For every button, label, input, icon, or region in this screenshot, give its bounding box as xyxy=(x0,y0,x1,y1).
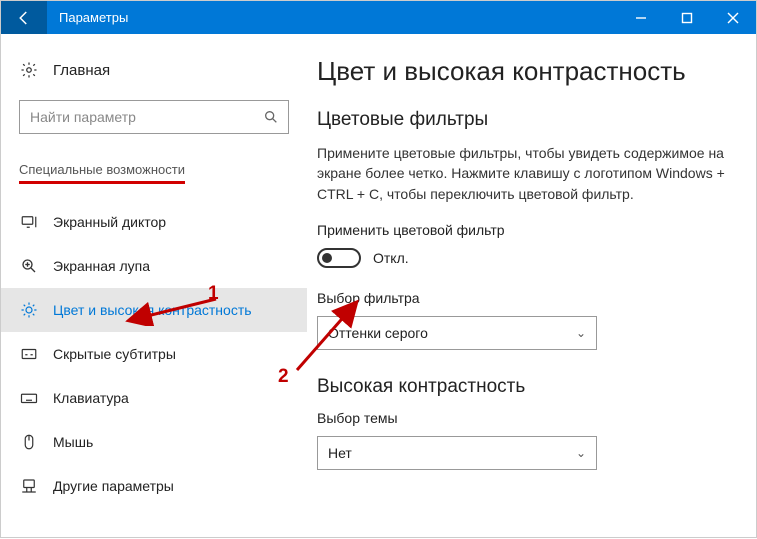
sidebar-item-label: Клавиатура xyxy=(53,390,129,406)
maximize-button[interactable] xyxy=(664,1,710,34)
section-color-filters-desc: Примените цветовые фильтры, чтобы увидет… xyxy=(317,143,730,204)
theme-select-value: Нет xyxy=(328,445,352,461)
sidebar: Главная Найти параметр Специальные возмо… xyxy=(1,34,307,539)
mouse-icon xyxy=(19,433,39,451)
sidebar-item-label: Экранная лупа xyxy=(53,258,150,274)
back-button[interactable] xyxy=(1,1,47,34)
filter-select-label: Выбор фильтра xyxy=(317,290,730,306)
narrator-icon xyxy=(19,213,39,231)
toggle-state-label: Откл. xyxy=(373,250,409,266)
sidebar-item-other[interactable]: Другие параметры xyxy=(1,464,307,508)
sidebar-category: Специальные возможности xyxy=(19,162,185,184)
sidebar-item-color-contrast[interactable]: Цвет и высокая контрастность xyxy=(1,288,307,332)
sidebar-item-label: Экранный диктор xyxy=(53,214,166,230)
sidebar-nav: Экранный диктор Экранная лупа Цвет и выс… xyxy=(1,200,307,508)
sidebar-item-captions[interactable]: Скрытые субтитры xyxy=(1,332,307,376)
sidebar-item-label: Мышь xyxy=(53,434,93,450)
sidebar-item-label: Цвет и высокая контрастность xyxy=(53,302,252,318)
sidebar-item-mouse[interactable]: Мышь xyxy=(1,420,307,464)
filter-select[interactable]: Оттенки серого ⌄ xyxy=(317,316,597,350)
section-high-contrast-title: Высокая контрастность xyxy=(317,376,730,398)
apply-filter-label: Применить цветовой фильтр xyxy=(317,222,730,238)
sidebar-item-label: Скрытые субтитры xyxy=(53,346,176,362)
titlebar: Параметры xyxy=(1,1,756,34)
window-title: Параметры xyxy=(47,10,618,25)
gear-icon xyxy=(19,61,39,79)
chevron-down-icon: ⌄ xyxy=(576,446,586,460)
close-button[interactable] xyxy=(710,1,756,34)
search-input[interactable]: Найти параметр xyxy=(19,100,289,134)
section-color-filters-title: Цветовые фильтры xyxy=(317,109,730,131)
theme-select[interactable]: Нет ⌄ xyxy=(317,436,597,470)
home-label: Главная xyxy=(53,62,110,79)
other-icon xyxy=(19,477,39,495)
sidebar-home[interactable]: Главная xyxy=(1,50,307,90)
sidebar-item-narrator[interactable]: Экранный диктор xyxy=(1,200,307,244)
filter-select-value: Оттенки серого xyxy=(328,325,428,341)
chevron-down-icon: ⌄ xyxy=(576,326,586,340)
magnifier-icon xyxy=(19,257,39,275)
toggle-thumb xyxy=(322,253,332,263)
theme-select-label: Выбор темы xyxy=(317,410,730,426)
sidebar-item-keyboard[interactable]: Клавиатура xyxy=(1,376,307,420)
minimize-button[interactable] xyxy=(618,1,664,34)
search-icon xyxy=(262,109,280,125)
keyboard-icon xyxy=(19,389,39,407)
search-placeholder: Найти параметр xyxy=(30,109,262,125)
apply-filter-toggle[interactable] xyxy=(317,248,361,268)
captions-icon xyxy=(19,345,39,363)
sidebar-item-magnifier[interactable]: Экранная лупа xyxy=(1,244,307,288)
sidebar-item-label: Другие параметры xyxy=(53,478,174,494)
main-panel: Цвет и высокая контрастность Цветовые фи… xyxy=(307,34,756,539)
page-title: Цвет и высокая контрастность xyxy=(317,56,730,87)
brightness-icon xyxy=(19,301,39,319)
